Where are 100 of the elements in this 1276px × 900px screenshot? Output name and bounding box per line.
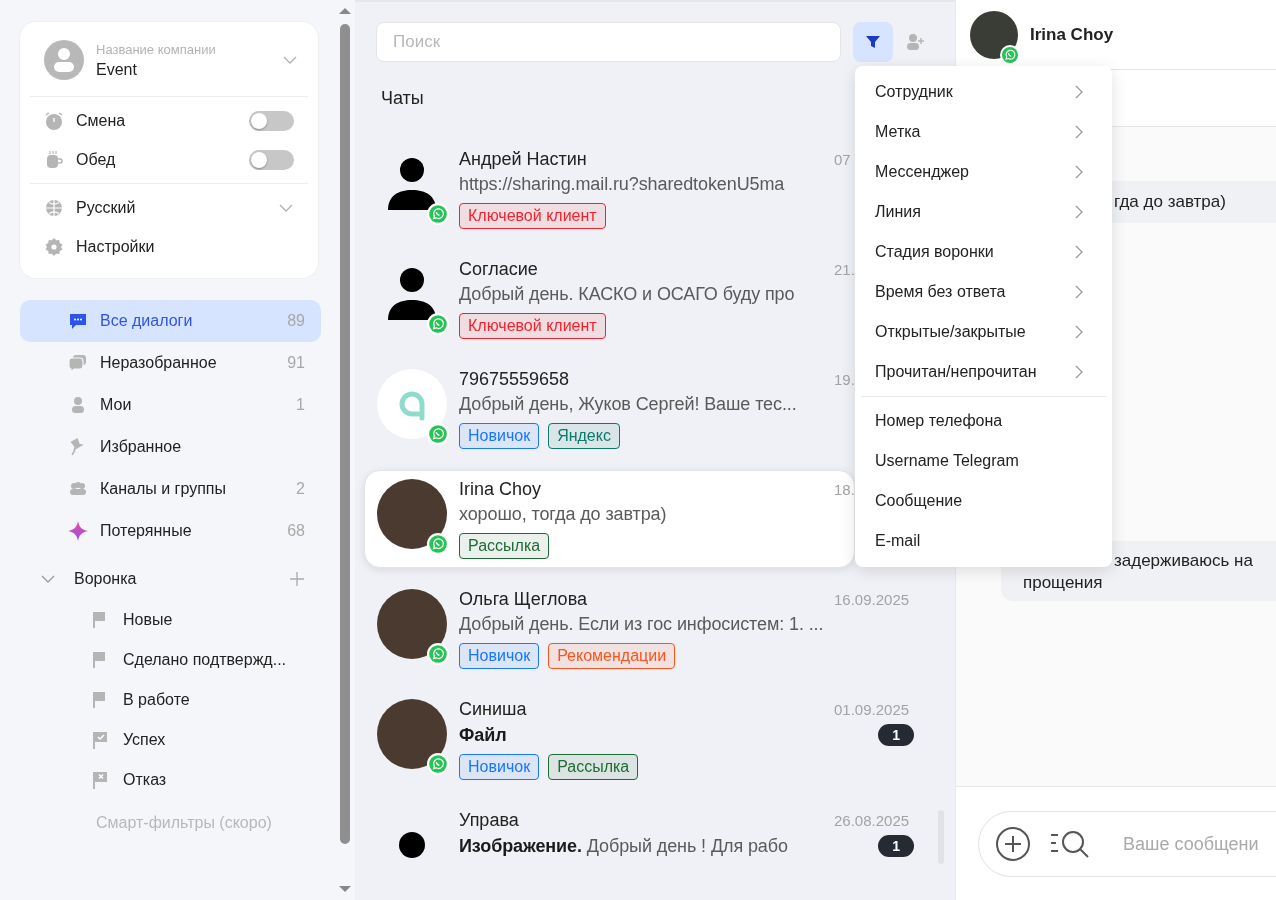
chat-tag: Яндекс	[548, 423, 620, 449]
alarm-clock-icon	[44, 110, 64, 131]
chat-row[interactable]: Управа 26.08.2025 Изображение. Добрый день ! Для рабо 1	[364, 801, 932, 889]
message-input[interactable]: Ваше сообщени	[1121, 832, 1275, 856]
message-text: прощения	[1022, 573, 1104, 593]
chat-tag: Ключевой клиент	[459, 313, 606, 339]
menu-item[interactable]: Номер телефона	[855, 401, 1112, 441]
chat-tag: Новичок	[459, 643, 540, 669]
chat-tag: Новичок	[459, 423, 540, 449]
chat-row[interactable]: Irina Choy 18. хорошо, тогда до завтра) Рассылка	[364, 470, 855, 568]
dialog-count: 91	[287, 354, 305, 372]
chat-row[interactable]: Согласие 21. Добрый день. КАСКО и ОСАГО буду про Ключевой клиент	[364, 250, 855, 348]
contact-name: Irina Choy	[1030, 24, 1114, 45]
toggle-label: Обед	[76, 150, 117, 169]
funnel-icon	[865, 34, 881, 50]
nav-item[interactable]: Потерянные 68	[20, 510, 321, 552]
chat-date: 01.09.2025	[834, 701, 910, 718]
plus-circle-icon[interactable]	[995, 826, 1031, 862]
menu-item[interactable]: Время без ответа	[855, 272, 1112, 312]
chat-tag: Рекомендации	[548, 643, 676, 669]
dialog-count: 1	[296, 396, 305, 414]
message-text: гда до завтра)	[1114, 192, 1226, 212]
dialog-count: 2	[296, 480, 305, 498]
nav-item[interactable]: Мои 1	[20, 384, 321, 426]
nav-item[interactable]: Избранное	[20, 426, 321, 468]
nav-item[interactable]: Все диалоги 89	[20, 300, 321, 342]
section-title: Смарт-фильтры (скоро)	[96, 814, 273, 832]
menu-item[interactable]: Открытые/закрытые	[855, 312, 1112, 352]
message-preview: хорошо, тогда до завтра)	[459, 504, 667, 525]
menu-item[interactable]: Линия	[855, 192, 1112, 232]
toggle-switch[interactable]	[249, 149, 294, 170]
message-preview: Добрый день, Жуков Сергей! Ваше тес...	[459, 394, 797, 415]
chat-bubbles-icon	[68, 353, 88, 373]
contact-name: Синиша	[459, 699, 528, 720]
chat-row[interactable]: Ольга Щеглова 16.09.2025 Добрый день. Если из гос инфосистем: 1. ... Новичок Рекомендации	[364, 580, 932, 678]
chat-date: 19.	[834, 371, 855, 388]
unread-count: 1	[878, 724, 914, 746]
contact-name: Андрей Настин	[459, 149, 588, 170]
dialog-count: 68	[287, 522, 305, 540]
contact-name: 79675559658	[459, 369, 571, 390]
chat-tag: Рассылка	[459, 533, 550, 559]
menu-item[interactable]: Стадия воронки	[855, 232, 1112, 272]
chat-bubble-icon	[68, 311, 88, 331]
funnel-stage[interactable]: Сделано подтвержд...	[20, 640, 338, 680]
contact-name: Ольга Щеглова	[459, 589, 588, 610]
language-select[interactable]: Русский	[30, 188, 308, 227]
message-preview: Файл	[459, 724, 507, 746]
funnel-stage[interactable]: Отказ	[20, 760, 338, 800]
flag-check-icon	[91, 731, 109, 749]
search-field[interactable]: Поиск	[376, 22, 841, 62]
dot-avatar	[399, 832, 425, 858]
chat-date: 21.	[834, 261, 855, 278]
plus-icon[interactable]	[289, 571, 305, 587]
toggle-switch[interactable]	[249, 110, 294, 131]
chat-tag: Новичок	[459, 754, 540, 780]
chat-row[interactable]: Андрей Настин 07 https://sharing.mail.ru?sharedtokenU5ma Ключевой клиент	[364, 140, 855, 238]
funnel-stage[interactable]: В работе	[20, 680, 338, 720]
dialog-count: 89	[287, 312, 305, 330]
avatar-icon	[44, 40, 84, 80]
company-name: Event	[96, 60, 138, 79]
globe-icon	[44, 197, 64, 218]
contact-name: Irina Choy	[459, 479, 543, 500]
settings-button[interactable]: Настройки	[30, 227, 308, 266]
menu-item[interactable]: Username Telegram	[855, 441, 1112, 481]
funnel-stage[interactable]: Успех	[20, 720, 338, 760]
chat-date: 07	[834, 151, 851, 168]
chat-date: 16.09.2025	[834, 591, 910, 608]
chat-tag: Рассылка	[548, 754, 639, 780]
mug-icon	[44, 149, 64, 170]
filter-button[interactable]	[853, 22, 893, 62]
list-heading: Чаты	[381, 88, 424, 109]
company-label: Название компании	[96, 41, 217, 57]
chat-date: 26.08.2025	[834, 812, 910, 829]
funnel-stage[interactable]: Новые	[20, 600, 338, 640]
nav-item[interactable]: Каналы и группы 2	[20, 468, 321, 510]
add-person-icon[interactable]	[905, 32, 925, 52]
toggle-label: Смена	[76, 111, 127, 130]
chat-row[interactable]: Синиша 01.09.2025 Файл 1 Новичок Рассылка	[364, 690, 932, 789]
flag-cross-icon	[91, 771, 109, 789]
menu-item[interactable]: Метка	[855, 112, 1112, 152]
menu-item[interactable]: Сотрудник	[855, 72, 1112, 112]
contact-name: Управа	[459, 810, 520, 831]
chat-row[interactable]: 79675559658 19. Добрый день, Жуков Сергей! Ваше тес... Новичок Яндекс	[364, 360, 855, 458]
menu-item[interactable]: E-mail	[855, 521, 1112, 561]
nav-item[interactable]: Неразобранное 91	[20, 342, 321, 384]
unread-count: 1	[878, 835, 914, 857]
gear-icon	[44, 236, 64, 257]
message-preview: Добрый день. Если из гос инфосистем: 1. ...	[459, 614, 824, 635]
message-text: задерживаюсь на	[1113, 551, 1254, 571]
sparkle-icon	[68, 521, 88, 541]
menu-item[interactable]: Сообщение	[855, 481, 1112, 521]
chat-tag: Ключевой клиент	[459, 203, 606, 229]
message-preview: https://sharing.mail.ru?sharedtokenU5ma	[459, 174, 785, 195]
chat-date: 18.	[834, 481, 855, 498]
menu-item[interactable]: Мессенджер	[855, 152, 1112, 192]
menu-item[interactable]: Прочитан/непрочитан	[855, 352, 1112, 392]
photo-placeholder	[970, 10, 1018, 59]
contact-name: Согласие	[459, 259, 539, 280]
section-title[interactable]: Воронка	[74, 570, 271, 588]
message-preview: Изображение. Добрый день ! Для рабо	[459, 835, 788, 857]
